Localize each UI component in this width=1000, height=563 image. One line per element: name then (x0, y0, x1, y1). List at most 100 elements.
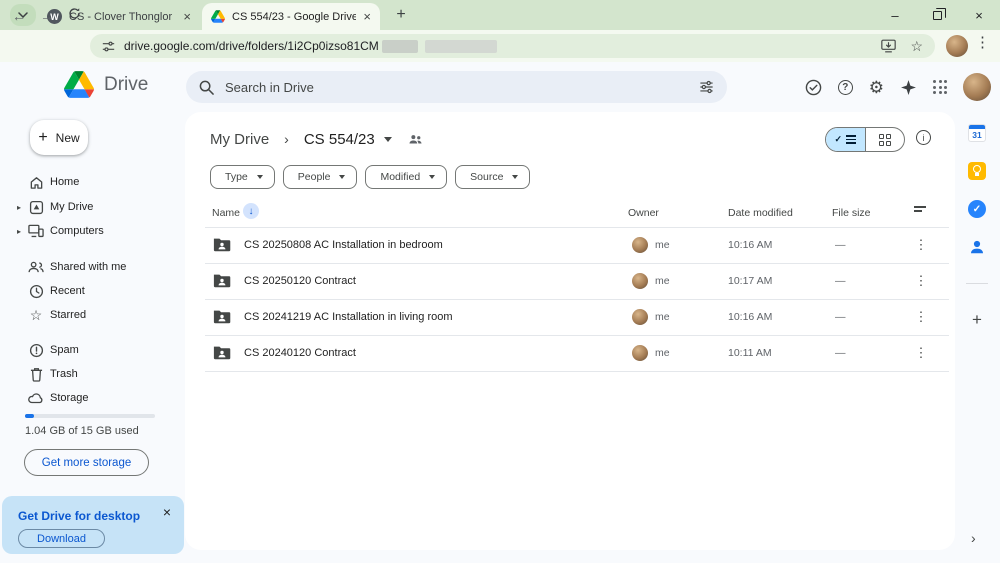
grid-view-button[interactable] (866, 128, 905, 151)
sidebar-item-storage[interactable]: Storage (0, 386, 184, 410)
banner-title: Get Drive for desktop (18, 509, 140, 523)
apps-grid-icon[interactable] (933, 80, 947, 94)
browser-menu-icon[interactable]: ⋮ (975, 33, 989, 51)
bulb-icon (973, 165, 981, 173)
file-row[interactable]: CS 20250808 AC Installation in bedroom m… (185, 227, 955, 263)
keep-icon[interactable] (968, 162, 986, 180)
bookmark-star-icon[interactable]: ☆ (910, 38, 923, 55)
file-row[interactable]: CS 20240120 Contract me 10:11 AM — ⋮ (185, 335, 955, 371)
sidebar-item-shared-with-me[interactable]: Shared with me (0, 255, 184, 279)
back-button[interactable]: ← (9, 7, 29, 25)
sidebar-item-recent[interactable]: Recent (0, 279, 184, 303)
folder-dropdown-caret-icon[interactable] (384, 137, 392, 142)
sidebar-item-trash[interactable]: Trash (0, 362, 184, 386)
details-info-icon[interactable]: i (916, 130, 931, 145)
get-more-storage-button[interactable]: Get more storage (24, 449, 149, 476)
restore-button[interactable] (916, 0, 958, 30)
chevron-down-icon (339, 175, 345, 179)
layout-toggle: ✓ (825, 127, 905, 152)
tab-google-drive[interactable]: CS 554/23 - Google Drive × (202, 3, 380, 30)
sidebar-item-starred[interactable]: ☆ Starred (0, 303, 184, 327)
column-header-date-modified[interactable]: Date modified (728, 207, 793, 219)
filter-chip-type[interactable]: Type (210, 165, 275, 189)
sidebar-item-spam[interactable]: Spam (0, 338, 184, 362)
row-more-actions-icon[interactable]: ⋮ (914, 299, 928, 335)
breadcrumb-current-folder[interactable]: CS 554/23 (304, 131, 375, 148)
drive-logo[interactable]: Drive (64, 71, 148, 98)
url-text: drive.google.com/drive/folders/1i2Cp0izs… (124, 39, 379, 53)
sidebar-item-label: Storage (50, 392, 89, 404)
contacts-icon[interactable] (968, 238, 986, 256)
sidebar-item-computers[interactable]: ▸ Computers (0, 219, 184, 243)
date-modified: 10:16 AM (728, 227, 772, 263)
file-row[interactable]: CS 20250120 Contract me 10:17 AM — ⋮ (185, 263, 955, 299)
get-add-ons-icon[interactable]: + (968, 311, 986, 329)
search-input[interactable] (225, 80, 699, 95)
sidebar-item-label: Trash (50, 368, 78, 380)
restore-icon (933, 11, 942, 20)
gemini-sparkle-icon[interactable] (900, 79, 917, 96)
expand-caret-icon[interactable]: ▸ (17, 203, 21, 212)
download-button[interactable]: Download (18, 529, 105, 548)
help-icon[interactable]: ? (838, 80, 853, 95)
chip-label: People (298, 171, 331, 183)
file-row[interactable]: CS 20241219 AC Installation in living ro… (185, 299, 955, 335)
browser-profile-avatar[interactable] (946, 35, 968, 57)
minimize-button[interactable]: – (874, 0, 916, 30)
file-table-header: Name ↓ Owner Date modified File size (185, 200, 955, 227)
address-bar[interactable]: drive.google.com/drive/folders/1i2Cp0izs… (90, 34, 935, 58)
owner-avatar (632, 309, 648, 325)
owner-avatar (632, 345, 648, 361)
calendar-icon[interactable]: 31 (968, 124, 986, 142)
tab-close-icon[interactable]: × (363, 10, 371, 23)
owner-avatar (632, 273, 648, 289)
row-more-actions-icon[interactable]: ⋮ (914, 335, 928, 371)
tab-title: CS - Clover Thonglor (69, 11, 176, 23)
settings-gear-icon[interactable]: ⚙ (869, 79, 884, 96)
folder-shared-icon[interactable] (408, 133, 423, 145)
sort-direction-icon[interactable]: ↓ (243, 203, 259, 219)
date-modified: 10:16 AM (728, 299, 772, 335)
tasks-icon[interactable]: ✓ (968, 200, 986, 218)
new-button[interactable]: + New (30, 120, 88, 155)
expand-caret-icon[interactable]: ▸ (17, 227, 21, 236)
grid-view-icon (879, 134, 891, 146)
sidebar-item-label: My Drive (50, 201, 93, 213)
forward-button[interactable]: → (37, 7, 57, 25)
hide-side-panel-icon[interactable]: › (971, 530, 976, 546)
filter-chip-modified[interactable]: Modified (365, 165, 447, 189)
file-size: — (835, 335, 846, 371)
filter-chip-people[interactable]: People (283, 165, 358, 189)
search-options-icon[interactable] (699, 80, 714, 94)
calendar-icon-number: 31 (969, 129, 985, 141)
home-icon (28, 174, 44, 190)
tab-close-icon[interactable]: × (183, 10, 191, 23)
close-window-button[interactable]: × (958, 0, 1000, 30)
divider (966, 283, 988, 284)
column-header-name[interactable]: Name (212, 207, 240, 219)
install-app-icon[interactable] (881, 39, 896, 53)
owner-label: me (655, 299, 670, 335)
filter-chip-source[interactable]: Source (455, 165, 530, 189)
offline-status-icon[interactable] (805, 79, 822, 96)
column-header-file-size[interactable]: File size (832, 207, 871, 219)
row-more-actions-icon[interactable]: ⋮ (914, 263, 928, 299)
site-info-icon[interactable] (102, 40, 115, 53)
drive-search-bar[interactable] (186, 71, 727, 103)
new-tab-button[interactable]: + (390, 4, 412, 26)
banner-close-icon[interactable]: × (163, 504, 171, 520)
file-size: — (835, 227, 846, 263)
row-more-actions-icon[interactable]: ⋮ (914, 227, 928, 263)
reload-button[interactable] (64, 6, 84, 24)
breadcrumb-chevron-icon: › (284, 131, 289, 147)
chip-label: Type (225, 171, 248, 183)
breadcrumb-my-drive[interactable]: My Drive (210, 131, 269, 148)
browser-tab-strip: W CS - Clover Thonglor × CS 554/23 - Goo… (0, 0, 1000, 30)
sidebar-item-my-drive[interactable]: ▸ My Drive (0, 195, 184, 219)
account-avatar[interactable] (963, 73, 991, 101)
column-header-owner[interactable]: Owner (628, 207, 659, 219)
sidebar-item-home[interactable]: Home (0, 170, 184, 194)
list-view-button[interactable]: ✓ (826, 128, 866, 151)
tab-wordpress-site[interactable]: W CS - Clover Thonglor × (38, 3, 200, 30)
sort-options-icon[interactable] (914, 206, 926, 212)
